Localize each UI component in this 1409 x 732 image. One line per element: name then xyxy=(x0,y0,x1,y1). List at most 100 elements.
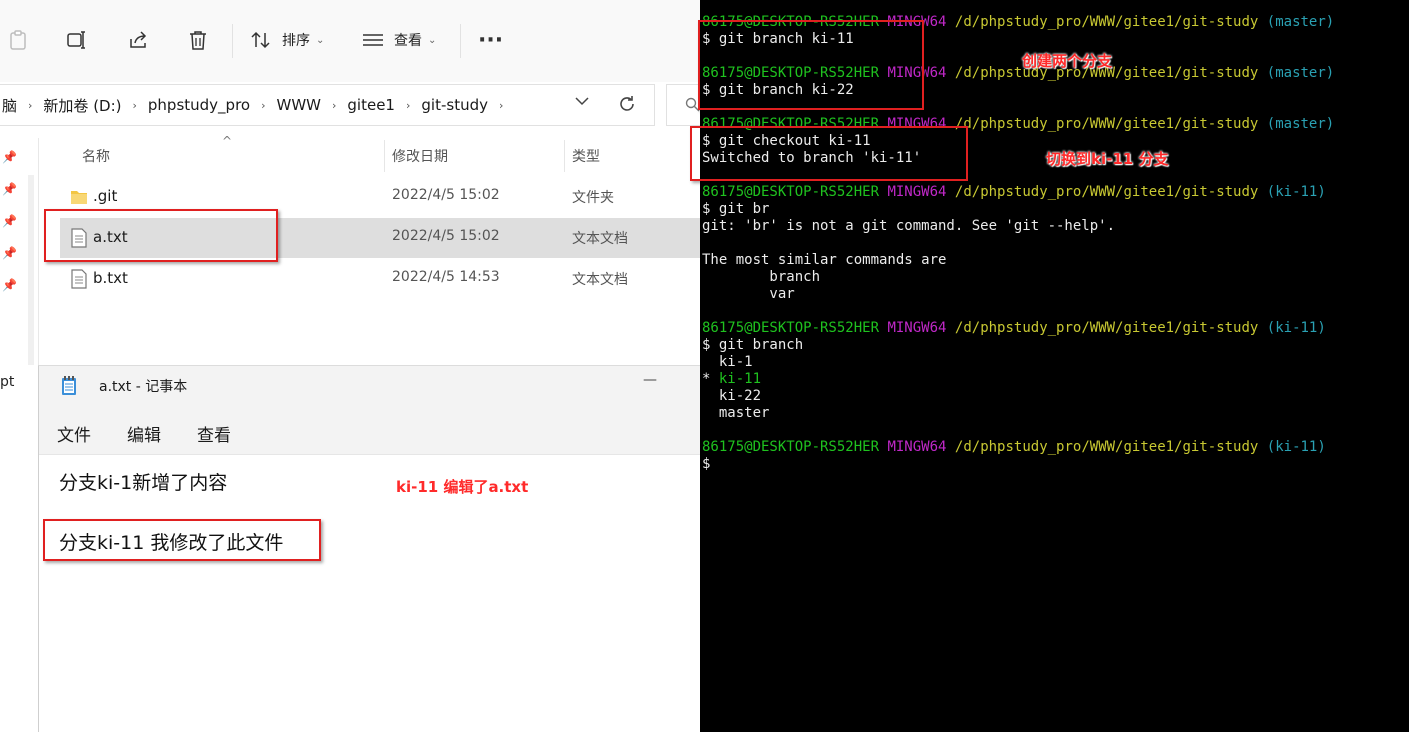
nav-scrollbar[interactable] xyxy=(28,175,34,365)
terminal-prompt-line: 86175@DESKTOP-RS52HER MINGW64 /d/phpstud… xyxy=(702,439,1326,456)
breadcrumb-item[interactable]: gitee1 xyxy=(345,96,397,114)
chevron-right-icon: › xyxy=(132,98,137,112)
delete-button[interactable] xyxy=(187,22,209,58)
breadcrumb-item[interactable]: WWW xyxy=(275,96,324,114)
chevron-down-icon xyxy=(575,97,589,106)
notepad-icon xyxy=(62,376,76,395)
folder-icon xyxy=(71,191,87,204)
file-type: 文本文档 xyxy=(572,272,628,288)
view-button[interactable]: 查看 ⌄ xyxy=(362,22,436,58)
pin-icon[interactable]: 📌 xyxy=(2,182,17,196)
more-options-button[interactable]: ··· xyxy=(478,22,503,58)
column-header-name[interactable]: 名称 xyxy=(82,138,110,174)
column-divider[interactable] xyxy=(384,140,385,172)
rename-button[interactable] xyxy=(66,22,88,58)
toolbar-divider xyxy=(460,24,461,58)
notepad-title-bar[interactable]: a.txt - 记事本 — xyxy=(39,366,700,410)
terminal-output-line: var xyxy=(702,286,795,302)
address-bar[interactable]: 脑 › 新加卷 (D:) › phpstudy_pro › WWW › gite… xyxy=(0,84,655,126)
terminal-output-line: $ git branch xyxy=(702,337,804,353)
chevron-right-icon: › xyxy=(28,98,33,112)
prompt-branch: (master) xyxy=(1266,116,1335,132)
minimize-button[interactable]: — xyxy=(643,372,657,388)
prompt-path: /d/phpstudy_pro/WWW/gitee1/git-study xyxy=(954,439,1259,455)
column-header-type[interactable]: 类型 xyxy=(572,138,600,174)
prompt-env: MINGW64 xyxy=(887,184,947,200)
explorer-toolbar: 排序 ⌄ 查看 ⌄ ··· xyxy=(0,0,700,82)
view-label: 查看 xyxy=(394,33,422,49)
share-icon xyxy=(130,31,147,48)
column-label: 修改日期 xyxy=(392,149,448,165)
prompt-env: MINGW64 xyxy=(887,439,947,455)
file-modified: 2022/4/5 15:02 xyxy=(392,187,500,203)
breadcrumb-item[interactable]: 脑 xyxy=(0,95,19,116)
prompt-user: 86175@DESKTOP-RS52HER xyxy=(702,320,880,336)
more-icon: ··· xyxy=(478,27,504,53)
prompt-user: 86175@DESKTOP-RS52HER xyxy=(702,439,880,455)
terminal-output-line: The most similar commands are xyxy=(702,252,947,268)
prompt-branch: (master) xyxy=(1266,14,1335,30)
terminal-prompt-line: 86175@DESKTOP-RS52HER MINGW64 /d/phpstud… xyxy=(702,320,1326,337)
file-type: 文件夹 xyxy=(572,190,614,206)
chevron-right-icon: › xyxy=(261,98,266,112)
chevron-up-icon: ^ xyxy=(222,134,233,148)
prompt-env: MINGW64 xyxy=(887,320,947,336)
menu-view[interactable]: 查看 xyxy=(197,421,231,446)
column-divider[interactable] xyxy=(564,140,565,172)
terminal-output-line: ki-1 xyxy=(702,354,753,370)
prompt-branch: (master) xyxy=(1266,65,1335,81)
prompt-path: /d/phpstudy_pro/WWW/gitee1/git-study xyxy=(954,116,1259,132)
notepad-menu-bar: 文件 编辑 查看 xyxy=(39,410,700,455)
refresh-icon xyxy=(620,96,634,111)
prompt-path: /d/phpstudy_pro/WWW/gitee1/git-study xyxy=(954,184,1259,200)
sort-icon xyxy=(251,31,270,49)
chevron-down-icon: ⌄ xyxy=(428,34,437,46)
terminal-current-branch-line: * ki-11 xyxy=(702,371,762,387)
prompt-branch: (ki-11) xyxy=(1266,184,1326,200)
breadcrumb-item[interactable]: phpstudy_pro xyxy=(146,96,252,114)
prompt-path: /d/phpstudy_pro/WWW/gitee1/git-study xyxy=(954,320,1259,336)
file-row[interactable]: b.txt 2022/4/5 14:53 文本文档 xyxy=(60,259,700,299)
file-name: b.txt xyxy=(93,269,128,287)
prompt-branch: (ki-11) xyxy=(1266,320,1326,336)
breadcrumb-item[interactable]: git-study xyxy=(419,96,490,114)
file-name: .git xyxy=(93,187,118,205)
column-label: 名称 xyxy=(82,149,110,165)
prompt-branch: (ki-11) xyxy=(1266,439,1326,455)
sort-button[interactable]: 排序 ⌄ xyxy=(250,22,324,58)
history-dropdown-button[interactable] xyxy=(570,95,594,115)
rename-icon xyxy=(67,31,85,49)
column-header-modified[interactable]: 修改日期 xyxy=(392,138,448,174)
terminal-prompt-line: 86175@DESKTOP-RS52HER MINGW64 /d/phpstud… xyxy=(702,184,1326,201)
terminal-output-line: $ xyxy=(702,456,711,472)
pin-icon[interactable]: 📌 xyxy=(2,214,17,228)
annotation-box-line xyxy=(43,519,321,561)
current-branch-name: ki-11 xyxy=(718,371,762,387)
share-button[interactable] xyxy=(127,22,149,58)
breadcrumb-item[interactable]: 新加卷 (D:) xyxy=(41,95,123,116)
prompt-user: 86175@DESKTOP-RS52HER xyxy=(702,184,880,200)
refresh-button[interactable] xyxy=(616,93,640,117)
column-label: 类型 xyxy=(572,149,600,165)
nav-item-label[interactable]: pt xyxy=(0,374,14,390)
chevron-right-icon: › xyxy=(498,98,504,112)
file-explorer-window: 排序 ⌄ 查看 ⌄ ··· 脑 › 新加卷 (D:) › phpstudy_pr… xyxy=(0,0,706,390)
menu-edit[interactable]: 编辑 xyxy=(127,421,161,446)
paste-button[interactable] xyxy=(8,22,28,58)
menu-file[interactable]: 文件 xyxy=(57,421,91,446)
pin-icon[interactable]: 📌 xyxy=(2,150,17,164)
chevron-down-icon: ⌄ xyxy=(316,34,325,46)
pin-icon[interactable]: 📌 xyxy=(2,246,17,260)
annotation-box-create-branches xyxy=(698,20,924,110)
annotation-edit-file: ki-11 编辑了a.txt xyxy=(396,478,529,496)
terminal-output-line: git: 'br' is not a git command. See 'git… xyxy=(702,218,1116,234)
annotation-box-checkout xyxy=(690,126,968,181)
terminal-output-line: ki-22 xyxy=(702,388,762,404)
toolbar-divider xyxy=(232,24,233,58)
pin-icon[interactable]: 📌 xyxy=(2,278,17,292)
terminal-output-line: $ git br xyxy=(702,201,770,217)
file-type: 文本文档 xyxy=(572,231,628,247)
chevron-right-icon: › xyxy=(405,98,411,112)
annotation-switch-branch: 切换到ki-11 分支 xyxy=(1046,150,1169,168)
notepad-text-line[interactable]: 分支ki-1新增了内容 xyxy=(59,474,227,493)
